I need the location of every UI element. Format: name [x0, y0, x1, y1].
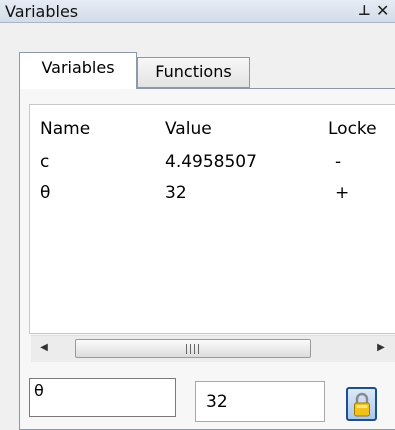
chevron-left-icon[interactable]: ◀ — [34, 338, 54, 358]
tab-functions[interactable]: Functions — [137, 57, 250, 88]
panel-title: Variables — [5, 2, 79, 21]
row-locked: + — [335, 183, 350, 203]
column-header-name[interactable]: Name — [40, 119, 90, 139]
panel-titlebar: Variables ⊥ ✕ — [0, 0, 395, 23]
tab-variables[interactable]: Variables — [19, 52, 137, 89]
scroll-thumb[interactable] — [75, 339, 311, 358]
pin-icon[interactable]: ⊥ — [358, 3, 371, 19]
lock-icon — [354, 392, 370, 417]
tab-variables-label: Variables — [41, 58, 115, 77]
tab-functions-label: Functions — [155, 62, 232, 81]
variable-name-input[interactable] — [29, 378, 176, 417]
grip-icon — [186, 344, 200, 354]
row-value: 4.4958507 — [165, 152, 257, 172]
chevron-right-icon[interactable]: ▶ — [371, 338, 391, 358]
row-name: c — [40, 152, 50, 172]
row-locked: - — [335, 152, 342, 172]
variable-value-input[interactable] — [195, 381, 325, 422]
row-name: θ — [40, 183, 51, 203]
close-icon[interactable]: ✕ — [376, 2, 392, 19]
row-value: 32 — [165, 183, 187, 203]
column-header-value[interactable]: Value — [165, 119, 212, 139]
lock-button[interactable] — [346, 387, 377, 421]
variables-list[interactable]: Name Value Locke c 4.4958507 - θ 32 + — [29, 104, 395, 334]
variables-panel: Variables ⊥ ✕ Variables Functions Name V… — [0, 0, 395, 430]
horizontal-scrollbar[interactable]: ◀ ▶ — [31, 335, 395, 362]
column-header-locked[interactable]: Locke — [328, 119, 377, 139]
